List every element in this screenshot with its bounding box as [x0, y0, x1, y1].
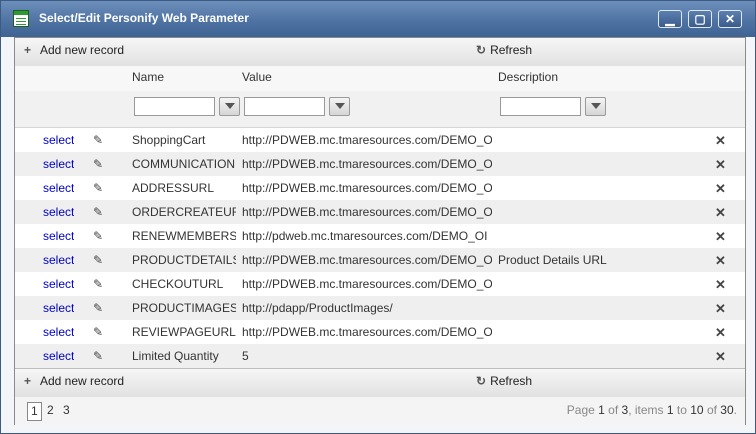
minimize-button[interactable]: ▁ — [658, 10, 682, 28]
row-value: http://PDWEB.mc.tmaresources.com/DEMO_O — [242, 205, 492, 219]
row-value: http://PDWEB.mc.tmaresources.com/DEMO_O — [242, 157, 492, 171]
refresh-icon: ↻ — [476, 374, 487, 388]
table-row: select ✎ PRODUCTDETAILS http://PDWEB.mc.… — [15, 248, 745, 272]
delete-icon[interactable]: ✕ — [715, 133, 726, 149]
row-description: Product Details URL — [498, 253, 607, 267]
delete-icon[interactable]: ✕ — [715, 157, 726, 173]
pencil-icon[interactable]: ✎ — [93, 181, 103, 195]
pencil-icon[interactable]: ✎ — [93, 157, 103, 171]
add-record-label: Add new record — [40, 43, 125, 57]
description-filter-icon[interactable] — [585, 97, 606, 116]
pencil-icon[interactable]: ✎ — [93, 301, 103, 315]
row-name: COMMUNICATION — [132, 157, 236, 171]
table-row: select ✎ COMMUNICATION http://PDWEB.mc.t… — [15, 152, 745, 176]
table-row: select ✎ REVIEWPAGEURL http://PDWEB.mc.t… — [15, 320, 745, 344]
row-name: ADDRESSURL — [132, 181, 215, 195]
add-record-label: Add new record — [40, 374, 125, 388]
delete-icon[interactable]: ✕ — [715, 301, 726, 317]
refresh-button[interactable]: ↻ Refresh — [476, 43, 532, 57]
pencil-icon[interactable]: ✎ — [93, 349, 103, 363]
grid-panel: + Add new record ↻ Refresh Name Value Desc… — [14, 37, 746, 425]
table-row: select ✎ PRODUCTIMAGES http://pdapp/Prod… — [15, 296, 745, 320]
select-link[interactable]: select — [43, 277, 74, 291]
row-value: 5 — [242, 349, 249, 363]
description-filter-input[interactable] — [500, 97, 581, 116]
table-row: select ✎ Limited Quantity 5 ✕ — [15, 344, 745, 368]
top-toolbar: + Add new record ↻ Refresh — [15, 38, 745, 67]
delete-icon[interactable]: ✕ — [715, 253, 726, 269]
pager: 1 2 3 Page 1 of 3, items 1 to 10 of 30. — [15, 397, 745, 425]
page-link-2[interactable]: 2 — [44, 402, 57, 419]
refresh-icon: ↻ — [476, 43, 487, 57]
column-header-description[interactable]: Description — [498, 70, 558, 84]
table-row: select ✎ ADDRESSURL http://PDWEB.mc.tmar… — [15, 176, 745, 200]
column-header-value[interactable]: Value — [242, 70, 272, 84]
maximize-button[interactable]: ▢ — [688, 10, 712, 28]
select-link[interactable]: select — [43, 301, 74, 315]
delete-icon[interactable]: ✕ — [715, 181, 726, 197]
select-link[interactable]: select — [43, 205, 74, 219]
bottom-toolbar: + Add new record ↻ Refresh — [15, 368, 745, 397]
close-button[interactable]: ✕ — [718, 10, 742, 28]
row-name: RENEWMEMBERSHI — [132, 229, 236, 243]
refresh-button[interactable]: ↻ Refresh — [476, 374, 532, 388]
table-row: select ✎ ShoppingCart http://PDWEB.mc.tm… — [15, 128, 745, 152]
delete-icon[interactable]: ✕ — [715, 205, 726, 221]
delete-icon[interactable]: ✕ — [715, 325, 726, 341]
filter-row — [15, 91, 745, 128]
title-bar[interactable]: Select/Edit Personify Web Parameter ▁ ▢ … — [1, 1, 755, 37]
refresh-label: Refresh — [490, 374, 533, 388]
row-name: PRODUCTIMAGES — [132, 301, 236, 315]
pencil-icon[interactable]: ✎ — [93, 277, 103, 291]
row-value: http://pdapp/ProductImages/ — [242, 301, 393, 315]
row-value: http://PDWEB.mc.tmaresources.com/DEMO_O — [242, 277, 492, 291]
value-filter-icon[interactable] — [329, 97, 350, 116]
row-name: CHECKOUTURL — [132, 277, 224, 291]
select-link[interactable]: select — [43, 349, 74, 363]
delete-icon[interactable]: ✕ — [715, 229, 726, 245]
value-filter-input[interactable] — [244, 97, 325, 116]
column-header-name[interactable]: Name — [132, 70, 164, 84]
add-record-button[interactable]: + Add new record — [24, 374, 124, 388]
row-name: PRODUCTDETAILS — [132, 253, 236, 267]
row-name: ORDERCREATEURL — [132, 205, 236, 219]
page-link-3[interactable]: 3 — [60, 402, 73, 419]
pencil-icon[interactable]: ✎ — [93, 205, 103, 219]
app-icon — [13, 10, 29, 27]
select-link[interactable]: select — [43, 157, 74, 171]
page-link-1[interactable]: 1 — [27, 402, 42, 421]
select-link[interactable]: select — [43, 181, 74, 195]
row-value: http://PDWEB.mc.tmaresources.com/DEMO_O — [242, 181, 492, 195]
row-value: http://pdweb.mc.tmaresources.com/DEMO_OI — [242, 229, 488, 243]
name-filter-input[interactable] — [134, 97, 215, 116]
delete-icon[interactable]: ✕ — [715, 349, 726, 365]
name-filter-icon[interactable] — [219, 97, 240, 116]
plus-icon: + — [24, 374, 32, 388]
pencil-icon[interactable]: ✎ — [93, 325, 103, 339]
delete-icon[interactable]: ✕ — [715, 277, 726, 293]
row-value: http://PDWEB.mc.tmaresources.com/DEMO_O — [242, 325, 492, 339]
row-name: REVIEWPAGEURL — [132, 325, 236, 339]
row-name: Limited Quantity — [132, 349, 219, 363]
table-row: select ✎ ORDERCREATEURL http://PDWEB.mc.… — [15, 200, 745, 224]
refresh-label: Refresh — [490, 43, 533, 57]
row-name: ShoppingCart — [132, 133, 206, 147]
window-title: Select/Edit Personify Web Parameter — [39, 11, 249, 25]
add-record-button[interactable]: + Add new record — [24, 43, 124, 57]
pencil-icon[interactable]: ✎ — [93, 229, 103, 243]
table-row: select ✎ CHECKOUTURL http://PDWEB.mc.tma… — [15, 272, 745, 296]
select-link[interactable]: select — [43, 229, 74, 243]
pager-info: Page 1 of 3, items 1 to 10 of 30. — [566, 403, 737, 417]
table-row: select ✎ RENEWMEMBERSHI http://pdweb.mc.… — [15, 224, 745, 248]
select-link[interactable]: select — [43, 325, 74, 339]
dialog-window: Select/Edit Personify Web Parameter ▁ ▢ … — [0, 0, 756, 434]
row-value: http://PDWEB.mc.tmaresources.com/DEMO_O — [242, 133, 492, 147]
pencil-icon[interactable]: ✎ — [93, 133, 103, 147]
select-link[interactable]: select — [43, 133, 74, 147]
plus-icon: + — [24, 43, 32, 57]
row-value: http://PDWEB.mc.tmaresources.com/DEMO_O — [242, 253, 492, 267]
pencil-icon[interactable]: ✎ — [93, 253, 103, 267]
select-link[interactable]: select — [43, 253, 74, 267]
grid-header: Name Value Description — [15, 66, 745, 91]
